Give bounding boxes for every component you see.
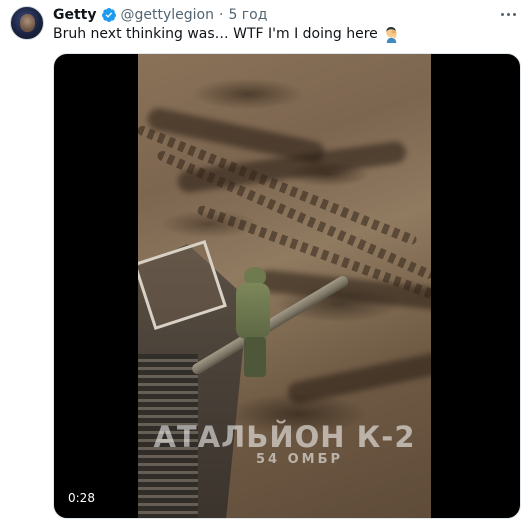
video-watermark-line1: АТАЛЬЙОН К-2 [153, 420, 416, 454]
author-avatar[interactable] [10, 6, 44, 40]
tweet-header: Getty @gettylegion · 5 год [53, 5, 267, 25]
more-options-icon[interactable] [495, 3, 521, 25]
video-frame[interactable]: АТАЛЬЙОН К-2 54 ОМБР [138, 54, 431, 518]
video-watermark-line2: 54 ОМБР [255, 452, 344, 467]
video-player[interactable]: АТАЛЬЙОН К-2 54 ОМБР 0:28 [53, 53, 521, 519]
tweet-text: Bruh next thinking was… WTF I'm I doing … [53, 26, 378, 42]
man-facepalming-emoji [386, 26, 397, 43]
video-duration: 0:28 [62, 488, 101, 508]
verified-badge-icon [101, 8, 116, 22]
separator: · [218, 7, 224, 23]
author-handle[interactable]: @gettylegion [121, 7, 214, 23]
author-name[interactable]: Getty [53, 7, 97, 23]
tweet-text-row: Bruh next thinking was… WTF I'm I doing … [53, 25, 400, 43]
soldier [230, 267, 274, 377]
timestamp[interactable]: 5 год [228, 7, 267, 23]
